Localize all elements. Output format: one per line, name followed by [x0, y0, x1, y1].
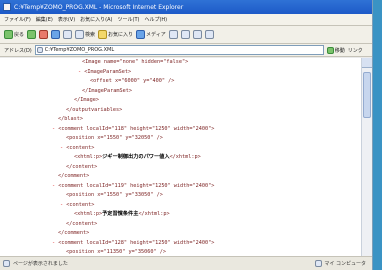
search-label: 検索 — [85, 32, 96, 38]
xml-line: <xhtml:p>ジギー制御出力のパワー値入</xhtml:p> — [74, 154, 201, 160]
scroll-up-icon[interactable] — [362, 58, 372, 68]
window-title: C:¥Temp¥ZOMO_PROG.XML - Microsoft Intern… — [14, 3, 184, 11]
xml-line: <position x="11350" y="35060" /> — [66, 249, 166, 255]
xml-line: <offset x="6000" y="400" /> — [90, 78, 175, 84]
go-arrow-icon — [326, 46, 334, 54]
search-icon — [75, 30, 85, 39]
favorites-button[interactable]: お気に入り — [98, 30, 133, 39]
computer-icon — [315, 260, 323, 267]
xml-line[interactable]: - <comment localId="119" height="1250" w… — [0, 182, 372, 192]
history-icon[interactable] — [168, 30, 178, 39]
xml-line: <position x="1550" y="33050" /> — [66, 192, 163, 198]
xml-line: </blast> — [58, 116, 83, 122]
zone-text: マイ コンピュータ — [324, 261, 366, 267]
xml-line: </outputvariables> — [66, 106, 123, 113]
menu-help[interactable]: ヘルプ(H) — [144, 16, 167, 23]
menu-edit[interactable]: 編集(E) — [36, 16, 53, 23]
xml-line: </comment> — [58, 173, 90, 179]
security-zone: マイ コンピュータ — [315, 260, 366, 267]
vertical-scrollbar[interactable] — [361, 58, 372, 256]
xml-line: </Image> — [74, 97, 99, 103]
edit-icon[interactable] — [204, 30, 214, 39]
xml-file-icon — [36, 47, 43, 53]
home-icon[interactable] — [63, 30, 73, 39]
xml-line[interactable]: - <content> — [0, 144, 372, 154]
menu-bar: ファイル(F) 編集(E) 表示(V) お気に入り(A) ツール(T) ヘルプ(… — [0, 14, 372, 26]
go-label: 移動 — [334, 47, 345, 54]
xml-line[interactable]: - <content> — [0, 201, 372, 211]
media-button[interactable]: メディア — [136, 30, 166, 39]
address-value: C:¥Temp¥ZOMO_PROG.XML — [44, 47, 115, 53]
browser-window: C:¥Temp¥ZOMO_PROG.XML - Microsoft Intern… — [0, 0, 373, 270]
xml-line: </content> — [66, 163, 98, 170]
xml-line[interactable]: - <comment localId="128" height="1250" w… — [0, 239, 372, 249]
print-icon[interactable] — [192, 30, 202, 39]
back-button[interactable]: 戻る — [4, 30, 24, 39]
back-arrow-icon — [4, 30, 13, 39]
address-bar: アドレス(D) C:¥Temp¥ZOMO_PROG.XML 移動 リンク — [0, 44, 372, 57]
media-icon — [136, 30, 146, 39]
page-done-icon — [3, 260, 10, 267]
xml-line: <Image name="none" hidden="false"> — [82, 59, 189, 65]
xml-line: </ImageParamSet> — [82, 87, 132, 94]
title-bar: C:¥Temp¥ZOMO_PROG.XML - Microsoft Intern… — [0, 0, 372, 14]
mail-icon[interactable] — [180, 30, 190, 39]
xml-line[interactable]: - <comment localId="118" height="1250" w… — [0, 125, 372, 135]
menu-tools[interactable]: ツール(T) — [118, 16, 140, 23]
xml-line[interactable]: - <ImageParamSet> — [0, 68, 372, 78]
refresh-icon[interactable] — [51, 30, 61, 39]
xml-line: <position x="1550" y="32050" /> — [66, 135, 163, 141]
favorites-star-icon — [98, 30, 108, 39]
browser-logo-icon — [3, 3, 11, 11]
xml-line: </content> — [66, 220, 98, 227]
menu-file[interactable]: ファイル(F) — [4, 16, 31, 23]
back-label: 戻る — [14, 32, 25, 38]
links-label[interactable]: リンク — [348, 47, 363, 54]
media-label: メディア — [146, 32, 166, 38]
favorites-label: お気に入り — [108, 32, 134, 38]
standard-toolbar: 戻る 検索 お気に入り メディア — [0, 26, 372, 44]
menu-view[interactable]: 表示(V) — [58, 16, 75, 23]
scroll-thumb[interactable] — [363, 72, 371, 118]
status-bar: ページが表示されました マイ コンピュータ — [0, 256, 372, 270]
status-text: ページが表示されました — [13, 261, 68, 267]
xml-line: </comment> — [58, 230, 90, 236]
address-label: アドレス(D) — [4, 47, 32, 54]
xml-content-area: <Image name="none" hidden="false"> - <Im… — [0, 58, 372, 256]
go-button[interactable]: 移動 — [326, 46, 345, 54]
stop-icon[interactable] — [39, 30, 49, 39]
xml-line: <xhtml:p>予定習慣条件主</xhtml:p> — [74, 211, 170, 217]
menu-favorites[interactable]: お気に入り(A) — [80, 16, 112, 23]
address-input[interactable]: C:¥Temp¥ZOMO_PROG.XML — [34, 45, 324, 55]
search-button[interactable]: 検索 — [75, 30, 95, 39]
forward-arrow-icon[interactable] — [27, 30, 37, 39]
